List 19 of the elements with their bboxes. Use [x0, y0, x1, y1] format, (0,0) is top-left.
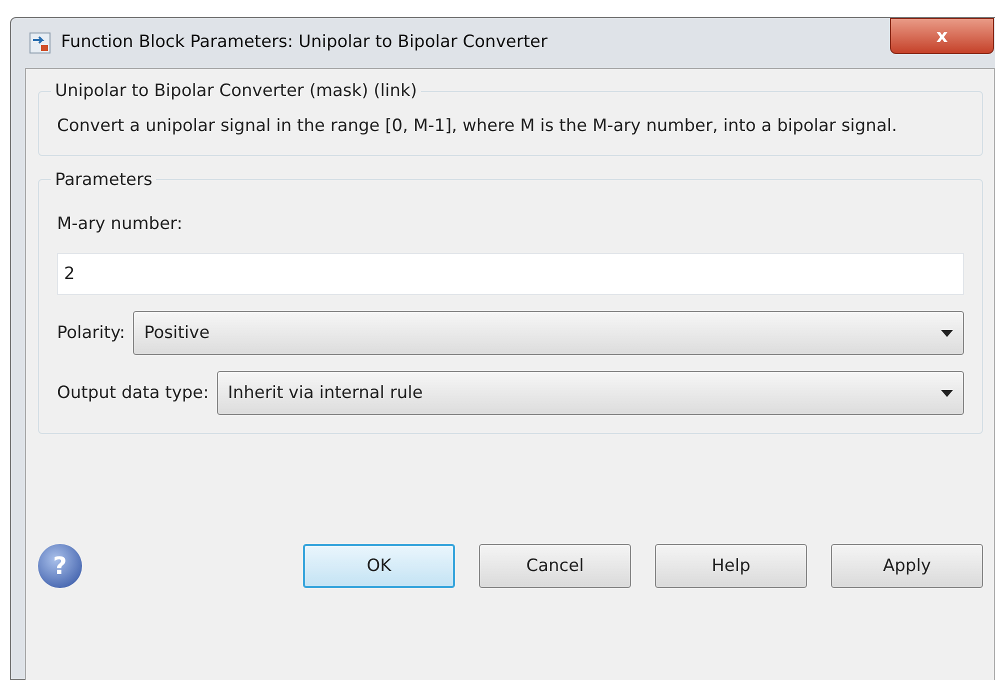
dropdown[interactable]: Inherit via internal rule: [216, 371, 964, 416]
dropdown[interactable]: Positive: [133, 311, 964, 356]
group-title: Parameters: [54, 170, 154, 190]
group-title: Unipolar to Bipolar Converter (mask) (link): [54, 81, 418, 102]
dialog-button[interactable]: Cancel: [479, 544, 631, 588]
description-text: Convert a unipolar signal in the range [0, M-1], where M is the M-ary number, into a bipolar signal.: [57, 115, 898, 138]
dropdown-value: Inherit via internal rule: [228, 382, 423, 405]
dropdown-value: Positive: [144, 322, 210, 345]
field-label: Output data type:: [57, 382, 209, 405]
app-icon: [29, 32, 51, 54]
caret-icon: [941, 330, 953, 337]
caret-icon: [941, 390, 953, 397]
dialog-button[interactable]: Help: [655, 544, 807, 588]
dialog-button[interactable]: OK: [303, 544, 455, 588]
input-field[interactable]: 2: [57, 253, 964, 296]
field-label: M-ary number:: [57, 212, 184, 236]
window-title: Function Block Parameters: Unipolar to Bipolar Converter: [61, 31, 548, 54]
dialog-button[interactable]: Apply: [831, 544, 983, 588]
field-label: Polarity:: [57, 322, 126, 345]
